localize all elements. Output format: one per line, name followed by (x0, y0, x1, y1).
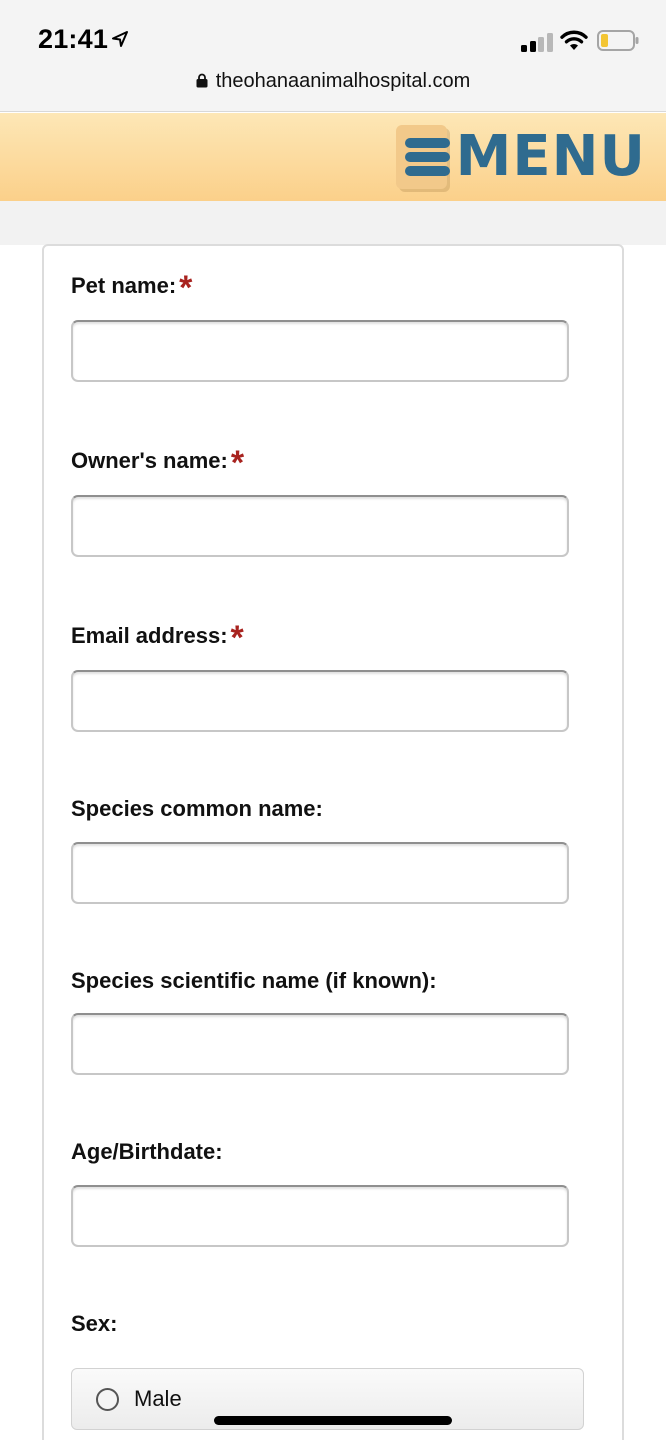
battery-icon (597, 30, 639, 51)
address-bar[interactable]: theohanaanimalhospital.com (0, 70, 666, 93)
required-asterisk: * (230, 619, 244, 657)
species-scientific-name-input[interactable] (71, 1013, 569, 1075)
age-birthdate-label: Age/Birthdate: (71, 1139, 223, 1164)
required-asterisk: * (230, 444, 245, 482)
email-input[interactable] (71, 670, 569, 732)
home-indicator (214, 1416, 452, 1425)
lock-icon (196, 73, 208, 88)
pet-name-input[interactable] (71, 320, 569, 382)
location-arrow-icon (112, 31, 128, 47)
url-text: theohanaanimalhospital.com (215, 70, 471, 92)
age-birthdate-input[interactable] (71, 1185, 569, 1247)
species-common-name-input[interactable] (71, 842, 569, 904)
email-label: Email address:* (71, 619, 244, 657)
wifi-icon (560, 30, 588, 50)
menu-button[interactable]: MENU (396, 124, 646, 190)
pet-name-label: Pet name:* (71, 269, 193, 307)
radio-button[interactable] (96, 1387, 119, 1411)
sex-option-label: Male (134, 1386, 182, 1411)
hamburger-icon (396, 125, 450, 189)
sex-label: Sex: (71, 1311, 118, 1336)
owner-name-input[interactable] (71, 495, 569, 557)
header-spacer-band (0, 201, 666, 245)
required-asterisk: * (179, 269, 193, 307)
species-scientific-name-label: Species scientific name (if known): (71, 968, 437, 993)
species-common-name-label: Species common name: (71, 796, 323, 821)
site-header: MENU (0, 113, 666, 201)
owner-name-label: Owner's name:* (71, 444, 245, 482)
cellular-signal-icon (521, 32, 553, 52)
status-bar: 21:41 theohanaanimalhospital.com (0, 0, 666, 112)
menu-label: MENU (455, 124, 646, 189)
status-time: 21:41 (38, 24, 109, 54)
